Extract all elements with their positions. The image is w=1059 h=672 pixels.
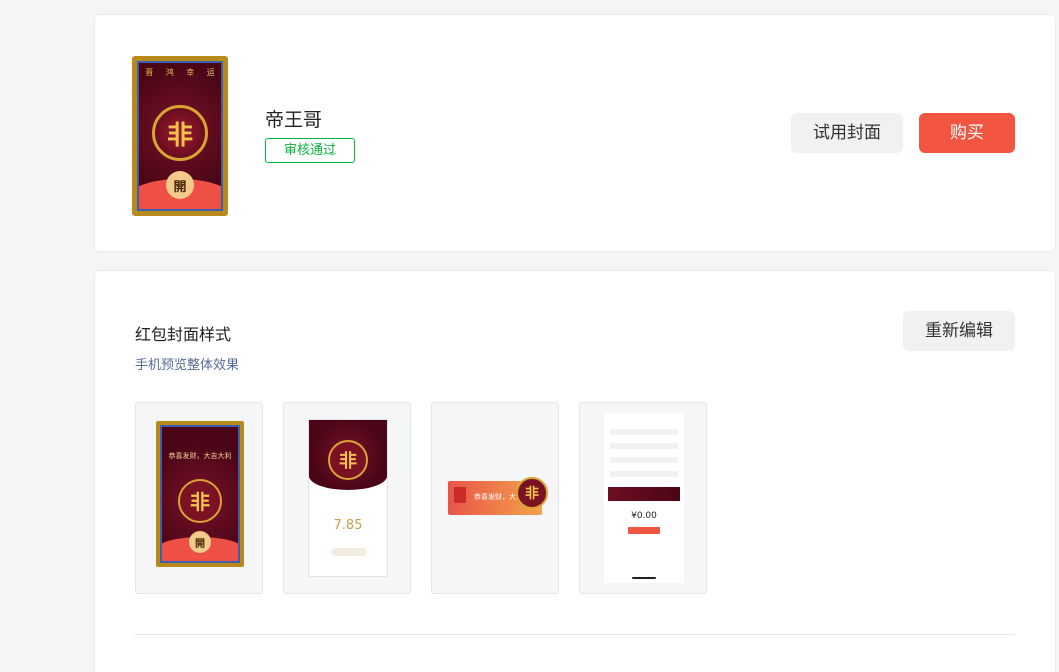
- try-cover-button[interactable]: 试用封面: [791, 113, 903, 153]
- cover-style-card: 红包封面样式 手机预览整体效果 重新编辑 恭喜发财，大吉大利 非 開 非 7.8…: [95, 271, 1055, 672]
- reedit-button[interactable]: 重新编辑: [903, 311, 1015, 351]
- section-title: 红包封面样式: [135, 325, 232, 344]
- preview-send-page[interactable]: ¥0.00: [579, 402, 707, 594]
- status-badge: 审核通过: [265, 138, 355, 163]
- cover-top-chars: 晋 鸿 幸 运: [145, 67, 215, 77]
- open-icon: 開: [166, 171, 194, 199]
- buy-button[interactable]: 购买: [919, 113, 1015, 153]
- open-icon: 開: [189, 531, 211, 553]
- preview-chat-bubble[interactable]: 恭喜发财，大吉大利 非: [431, 402, 559, 594]
- red-packet-icon: [454, 487, 466, 503]
- pay-amount: ¥0.00: [631, 511, 657, 521]
- cover-detail-card: 晋 鸿 幸 运 非 開 帝王哥 审核通过 试用封面 购买: [95, 15, 1055, 251]
- cover-strip: [608, 487, 680, 501]
- emblem-icon: 非: [178, 478, 222, 523]
- page-title: 帝王哥: [265, 109, 323, 131]
- emblem-icon: 非: [152, 105, 208, 162]
- section-subtitle: 手机预览整体效果: [135, 358, 240, 373]
- emblem-icon: 非: [328, 440, 368, 480]
- emblem-icon: 非: [516, 477, 548, 509]
- cover-thumbnail: 晋 鸿 幸 运 非 開: [132, 56, 228, 216]
- preview-opened[interactable]: 非 7.85: [283, 402, 411, 594]
- pay-button: [628, 527, 660, 534]
- preview-amount: 7.85: [333, 518, 363, 533]
- divider: [135, 634, 1015, 635]
- preview-cover[interactable]: 恭喜发财，大吉大利 非 開: [135, 402, 263, 594]
